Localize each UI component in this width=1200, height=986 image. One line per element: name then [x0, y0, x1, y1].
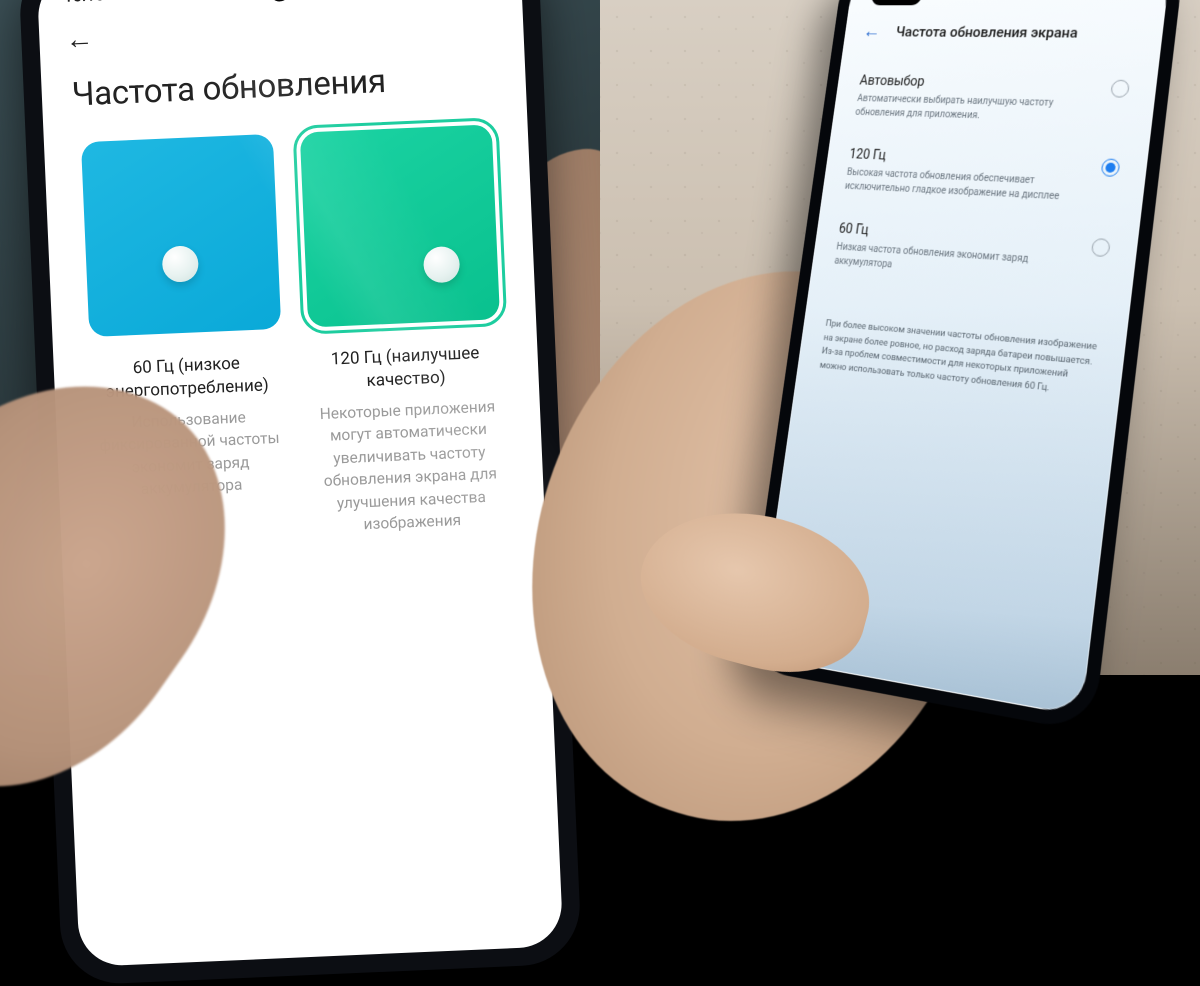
radio-icon[interactable] [1101, 158, 1121, 177]
preview-ball-icon [161, 245, 199, 283]
preview-120hz [299, 124, 499, 327]
status-time: 18:26 [930, 0, 956, 2]
back-button[interactable]: ← [65, 24, 98, 53]
option-desc: Автоматически выбирать наилучшую частоту… [854, 93, 1086, 126]
option-desc: Некоторые приложения могут автоматически… [307, 395, 514, 538]
radio-icon[interactable] [1091, 238, 1111, 257]
radio-icon[interactable] [1110, 80, 1130, 98]
top-bar: ← Частота обновления экрана [843, 1, 1165, 55]
option-desc: Высокая частота обновления обеспечивает … [844, 166, 1077, 204]
option-120hz[interactable]: 120 Гц (наилучшее качество) Некоторые пр… [295, 124, 514, 538]
page-title: Частота обновления экрана [895, 23, 1079, 41]
preview-60hz [80, 134, 280, 337]
option-auto[interactable]: Автовыбор Автоматически выбирать наилучш… [852, 61, 1134, 144]
left-photo: 15:15 77 ← Частота обновления 60 Гц (низ… [0, 0, 600, 675]
refresh-rate-list: Автовыбор Автоматически выбирать наилучш… [811, 51, 1159, 305]
vibrate-icon: ⏚ [1101, 0, 1112, 1]
back-button[interactable]: ← [862, 20, 882, 43]
option-title: Автовыбор [859, 73, 1089, 92]
preview-ball-icon [422, 246, 460, 284]
option-title: 120 Гц (наилучшее качество) [304, 341, 507, 396]
right-photo: 18:26 ⏚ ← Частота обновления экрана Авто… [600, 0, 1200, 675]
